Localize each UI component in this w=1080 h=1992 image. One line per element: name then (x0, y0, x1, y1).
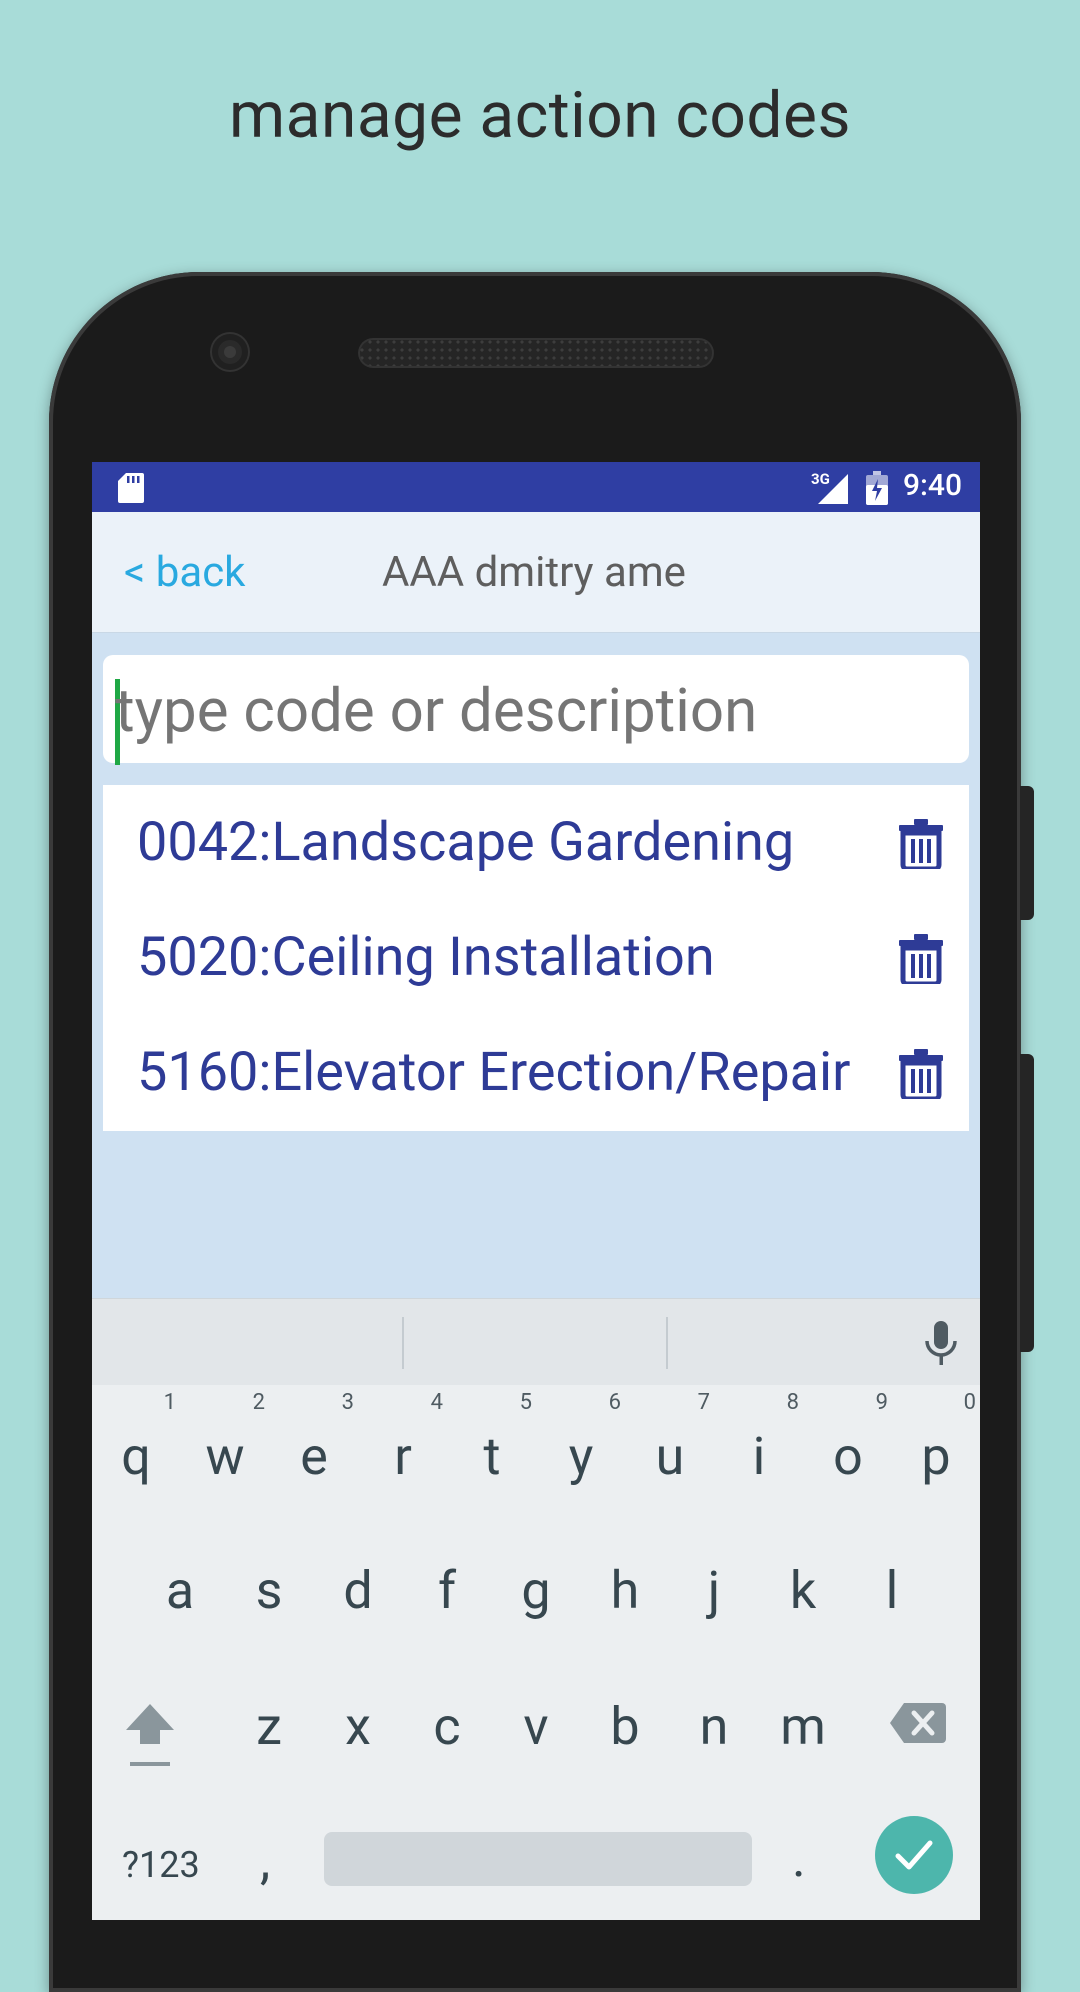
key-f[interactable]: f (403, 1560, 491, 1621)
suggestion-divider (666, 1317, 668, 1369)
back-button[interactable]: < back (124, 548, 245, 597)
list-item[interactable]: 5020:Ceiling Installation (103, 900, 969, 1015)
search-input[interactable] (113, 655, 957, 765)
action-code-label[interactable]: 0042:Landscape Gardening (137, 811, 794, 874)
key-g[interactable]: g (492, 1560, 580, 1621)
page-title: AAA dmitry ame (382, 548, 686, 597)
key-hint: 7 (697, 1390, 710, 1415)
list-item[interactable]: 5160:Elevator Erection/Repair (103, 1015, 969, 1130)
signal-icon (818, 474, 848, 504)
trash-icon[interactable] (899, 1049, 943, 1099)
backspace-icon[interactable] (890, 1703, 946, 1743)
key-label: i (752, 1426, 766, 1487)
key-x[interactable]: x (314, 1696, 402, 1757)
key-hint: 2 (252, 1390, 265, 1415)
key-hint: 3 (341, 1390, 354, 1415)
key-v[interactable]: v (492, 1696, 580, 1757)
suggestion-divider (402, 1317, 404, 1369)
key-h[interactable]: h (581, 1560, 669, 1621)
key-q[interactable]: q1 (92, 1390, 180, 1487)
key-hint: 0 (963, 1390, 976, 1415)
key-hint: 6 (608, 1390, 621, 1415)
key-label: y (568, 1426, 594, 1487)
key-a[interactable]: a (136, 1560, 224, 1621)
key-u[interactable]: u7 (626, 1390, 714, 1487)
key-j[interactable]: j (670, 1560, 758, 1621)
comma-key[interactable]: , (260, 1830, 270, 1891)
key-n[interactable]: n (670, 1696, 758, 1757)
key-y[interactable]: y6 (537, 1390, 625, 1487)
key-l[interactable]: l (848, 1560, 936, 1621)
period-key[interactable]: . (792, 1828, 806, 1889)
key-label: t (483, 1426, 501, 1487)
key-z[interactable]: z (225, 1696, 313, 1757)
suggestion-strip (92, 1298, 980, 1385)
key-m[interactable]: m (759, 1696, 847, 1757)
app-screen: 3G 9:40 < back AAA dmitry ame 0042:Lands… (92, 462, 980, 1920)
headline: manage action codes (229, 78, 851, 153)
key-label: u (655, 1426, 685, 1487)
key-hint: 1 (163, 1390, 176, 1415)
shift-icon[interactable] (122, 1698, 178, 1770)
key-hint: 4 (430, 1390, 443, 1415)
search-box[interactable] (103, 655, 969, 765)
key-c[interactable]: c (403, 1696, 491, 1757)
phone-power-button (1020, 1054, 1034, 1352)
enter-key[interactable] (875, 1816, 953, 1894)
earpiece-speaker (358, 338, 714, 368)
battery-icon (866, 471, 888, 505)
clock: 9:40 (902, 468, 962, 503)
list-item[interactable]: 0042:Landscape Gardening (103, 785, 969, 900)
key-label: w (205, 1426, 245, 1487)
key-p[interactable]: p0 (892, 1390, 980, 1487)
key-b[interactable]: b (581, 1696, 669, 1757)
sd-card-icon (118, 473, 144, 503)
symbols-key[interactable]: ?123 (122, 1844, 200, 1886)
mic-icon[interactable] (924, 1321, 958, 1367)
app-header: < back AAA dmitry ame (92, 512, 980, 633)
key-s[interactable]: s (225, 1560, 313, 1621)
action-code-list: 0042:Landscape Gardening 5020:Ceiling In… (103, 785, 969, 1131)
key-e[interactable]: e3 (270, 1390, 358, 1487)
phone-volume-button (1020, 786, 1034, 920)
key-label: p (921, 1426, 951, 1487)
trash-icon[interactable] (899, 934, 943, 984)
key-hint: 5 (519, 1390, 532, 1415)
soft-keyboard: q1 w2 e3 r4 t5 y6 u7 i8 o9 p0 a s d f g … (92, 1298, 980, 1920)
key-label: e (300, 1426, 328, 1487)
key-r[interactable]: r4 (359, 1390, 447, 1487)
key-label: r (394, 1426, 412, 1487)
check-icon (895, 1840, 933, 1870)
key-i[interactable]: i8 (715, 1390, 803, 1487)
key-label: q (121, 1426, 151, 1487)
key-k[interactable]: k (759, 1560, 847, 1621)
key-label: o (833, 1426, 863, 1487)
action-code-label[interactable]: 5160:Elevator Erection/Repair (137, 1041, 850, 1104)
action-code-label[interactable]: 5020:Ceiling Installation (137, 926, 715, 989)
key-w[interactable]: w2 (181, 1390, 269, 1487)
space-key[interactable] (324, 1832, 752, 1886)
key-hint: 8 (786, 1390, 799, 1415)
key-d[interactable]: d (314, 1560, 402, 1621)
key-hint: 9 (875, 1390, 888, 1415)
trash-icon[interactable] (899, 819, 943, 869)
front-camera (212, 334, 248, 370)
key-t[interactable]: t5 (448, 1390, 536, 1487)
key-o[interactable]: o9 (804, 1390, 892, 1487)
status-bar: 3G 9:40 (92, 462, 980, 512)
